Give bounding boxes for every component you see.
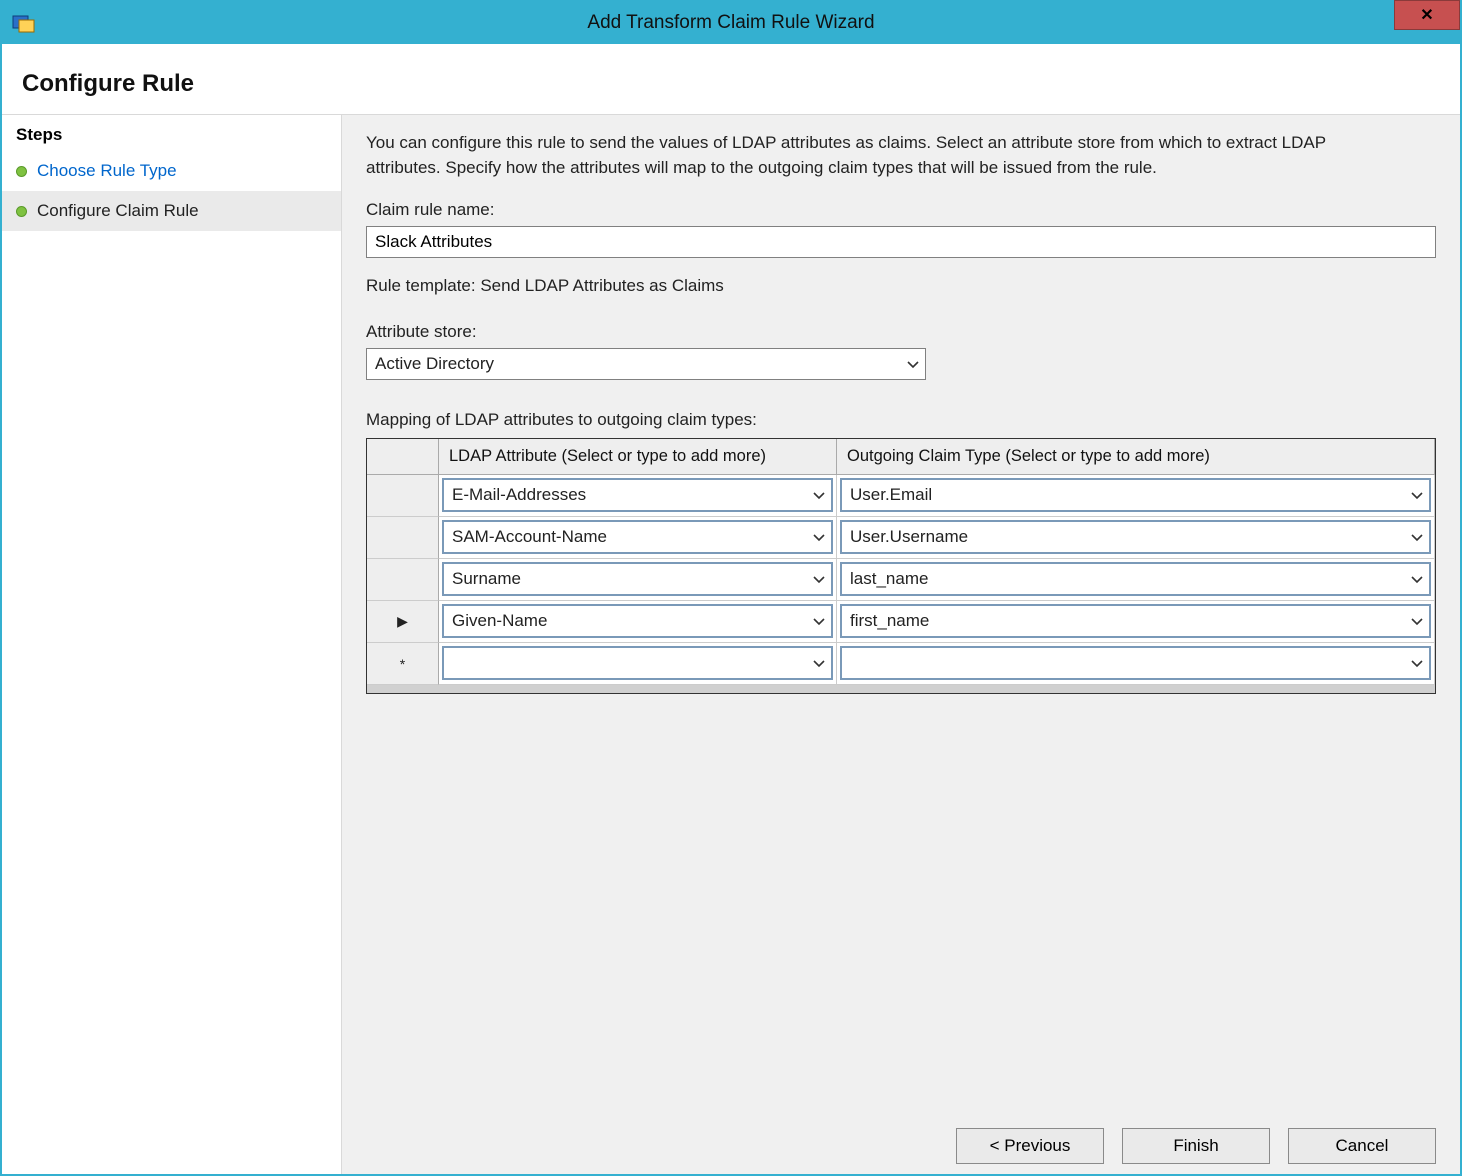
chevron-down-icon (813, 527, 825, 547)
mapping-grid: LDAP Attribute (Select or type to add mo… (366, 438, 1436, 694)
chevron-down-icon (1411, 611, 1423, 631)
grid-header-ldap: LDAP Attribute (Select or type to add mo… (439, 439, 837, 475)
wizard-body: Steps Choose Rule Type Configure Claim R… (2, 114, 1460, 1174)
row-marker-current-icon: ▶ (397, 613, 408, 630)
grid-bottom-pad (367, 685, 1435, 693)
attribute-store-label: Attribute store: (366, 322, 1436, 342)
claim-rule-name-label: Claim rule name: (366, 200, 1436, 220)
step-link[interactable]: Choose Rule Type (37, 161, 177, 181)
chevron-down-icon (813, 653, 825, 673)
mapping-label: Mapping of LDAP attributes to outgoing c… (366, 410, 1436, 430)
ldap-attribute-value: Surname (452, 569, 521, 589)
grid-row: Surname last_name (367, 559, 1435, 601)
outgoing-claim-dropdown[interactable]: User.Username (840, 520, 1431, 554)
grid-header-rowselector (367, 439, 439, 475)
chevron-down-icon (907, 354, 919, 374)
grid-header-claim: Outgoing Claim Type (Select or type to a… (837, 439, 1435, 475)
chevron-down-icon (1411, 569, 1423, 589)
ldap-attribute-dropdown[interactable]: Given-Name (442, 604, 833, 638)
grid-row: E-Mail-Addresses User.Email (367, 475, 1435, 517)
outgoing-claim-value: User.Username (850, 527, 968, 547)
step-label: Configure Claim Rule (37, 201, 199, 221)
grid-row: SAM-Account-Name User.Username (367, 517, 1435, 559)
outgoing-claim-value: last_name (850, 569, 928, 589)
chevron-down-icon (1411, 653, 1423, 673)
app-icon (10, 10, 36, 36)
outgoing-claim-dropdown[interactable]: last_name (840, 562, 1431, 596)
outgoing-claim-value: first_name (850, 611, 929, 631)
grid-header-row: LDAP Attribute (Select or type to add mo… (367, 439, 1435, 475)
wizard-footer: < Previous Finish Cancel (366, 1114, 1436, 1164)
ldap-attribute-dropdown[interactable]: Surname (442, 562, 833, 596)
row-header[interactable]: ▶ (367, 601, 439, 643)
chevron-down-icon (1411, 527, 1423, 547)
close-icon: ✕ (1420, 5, 1433, 25)
chevron-down-icon (813, 611, 825, 631)
grid-row: * (367, 643, 1435, 685)
outgoing-claim-dropdown[interactable]: User.Email (840, 478, 1431, 512)
step-choose-rule-type[interactable]: Choose Rule Type (2, 151, 341, 191)
step-configure-claim-rule[interactable]: Configure Claim Rule (2, 191, 341, 231)
finish-button[interactable]: Finish (1122, 1128, 1270, 1164)
window-title: Add Transform Claim Rule Wizard (2, 12, 1460, 34)
titlebar: Add Transform Claim Rule Wizard ✕ (2, 2, 1460, 44)
outgoing-claim-dropdown[interactable]: first_name (840, 604, 1431, 638)
rule-template-text: Rule template: Send LDAP Attributes as C… (366, 276, 1436, 296)
row-header[interactable] (367, 517, 439, 559)
row-header[interactable]: * (367, 643, 439, 685)
close-button[interactable]: ✕ (1394, 0, 1460, 30)
attribute-store-dropdown[interactable]: Active Directory (366, 348, 926, 380)
ldap-attribute-dropdown[interactable]: SAM-Account-Name (442, 520, 833, 554)
chevron-down-icon (813, 569, 825, 589)
steps-sidebar: Steps Choose Rule Type Configure Claim R… (2, 115, 342, 1174)
ldap-attribute-dropdown[interactable] (442, 646, 833, 680)
ldap-attribute-dropdown[interactable]: E-Mail-Addresses (442, 478, 833, 512)
attribute-store-value: Active Directory (375, 354, 494, 374)
previous-button[interactable]: < Previous (956, 1128, 1104, 1164)
outgoing-claim-dropdown[interactable] (840, 646, 1431, 680)
ldap-attribute-value: SAM-Account-Name (452, 527, 607, 547)
page-title: Configure Rule (2, 44, 1460, 114)
claim-rule-name-input[interactable] (366, 226, 1436, 258)
cancel-button[interactable]: Cancel (1288, 1128, 1436, 1164)
chevron-down-icon (813, 485, 825, 505)
grid-row: ▶ Given-Name first_name (367, 601, 1435, 643)
ldap-attribute-value: E-Mail-Addresses (452, 485, 586, 505)
row-marker-new-icon: * (400, 656, 405, 672)
main-panel: You can configure this rule to send the … (342, 115, 1460, 1174)
outgoing-claim-value: User.Email (850, 485, 932, 505)
wizard-window: Add Transform Claim Rule Wizard ✕ Config… (0, 0, 1462, 1176)
chevron-down-icon (1411, 485, 1423, 505)
row-header[interactable] (367, 559, 439, 601)
intro-text: You can configure this rule to send the … (366, 131, 1376, 180)
ldap-attribute-value: Given-Name (452, 611, 547, 631)
step-bullet-icon (16, 166, 27, 177)
sidebar-title: Steps (2, 115, 341, 151)
step-bullet-icon (16, 206, 27, 217)
row-header[interactable] (367, 475, 439, 517)
